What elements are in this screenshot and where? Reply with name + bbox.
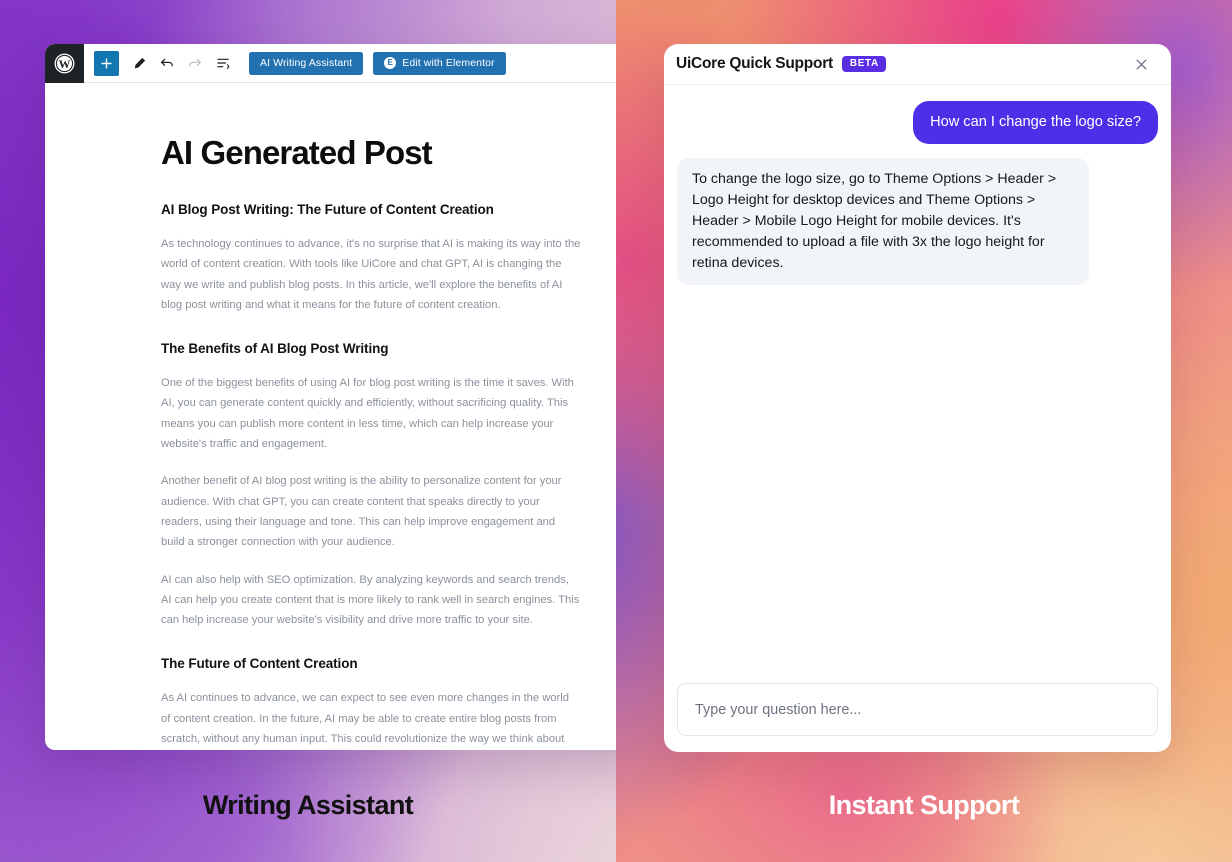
undo-arrow-icon[interactable] bbox=[153, 49, 181, 77]
edit-with-elementor-label: Edit with Elementor bbox=[402, 57, 495, 69]
chat-title: UiCore Quick Support bbox=[676, 55, 833, 72]
post-paragraph: AI can also help with SEO optimization. … bbox=[161, 573, 580, 627]
chat-message-row: To change the logo size, go to Theme Opt… bbox=[677, 158, 1158, 285]
wordpress-editor-card: W AI Writing Assistant E Edit with Eleme… bbox=[45, 44, 616, 750]
document-outline-icon[interactable] bbox=[209, 49, 237, 77]
ai-writing-assistant-label: AI Writing Assistant bbox=[260, 57, 353, 69]
chat-message-list: How can I change the logo size? To chang… bbox=[664, 85, 1171, 683]
add-block-button[interactable] bbox=[94, 50, 119, 76]
post-heading: The Benefits of AI Blog Post Writing bbox=[161, 341, 389, 357]
page-title: AI Generated Post bbox=[161, 134, 433, 171]
edit-with-elementor-button[interactable]: E Edit with Elementor bbox=[373, 51, 506, 75]
close-icon[interactable] bbox=[1130, 53, 1152, 75]
svg-text:W: W bbox=[59, 57, 71, 71]
chat-question-input[interactable] bbox=[677, 683, 1158, 736]
elementor-badge-letter: E bbox=[387, 58, 393, 67]
chat-footer bbox=[664, 683, 1171, 752]
wordpress-editor-toolbar: W AI Writing Assistant E Edit with Eleme… bbox=[45, 44, 616, 83]
redo-arrow-icon[interactable] bbox=[181, 49, 209, 77]
elementor-circle-icon: E bbox=[384, 57, 397, 69]
right-panel-caption: Instant Support bbox=[828, 790, 1020, 820]
left-panel-caption: Writing Assistant bbox=[202, 790, 414, 820]
user-message-bubble: How can I change the logo size? bbox=[913, 101, 1158, 144]
left-panel-writing-assistant: W AI Writing Assistant E Edit with Eleme… bbox=[0, 0, 616, 862]
pencil-icon[interactable] bbox=[125, 49, 153, 77]
chat-message-row: How can I change the logo size? bbox=[677, 101, 1158, 144]
bot-message-bubble: To change the logo size, go to Theme Opt… bbox=[677, 158, 1089, 285]
post-heading: The Future of Content Creation bbox=[161, 656, 358, 672]
post-paragraph: As technology continues to advance, it's… bbox=[161, 237, 581, 311]
post-paragraph: Another benefit of AI blog post writing … bbox=[161, 475, 562, 549]
editor-action-buttons: AI Writing Assistant E Edit with Element… bbox=[249, 44, 506, 82]
right-panel-instant-support: UiCore Quick Support BETA How can I chan… bbox=[616, 0, 1232, 862]
post-heading: AI Blog Post Writing: The Future of Cont… bbox=[161, 201, 494, 217]
status-badge: BETA bbox=[841, 56, 886, 72]
wordpress-logo-icon[interactable]: W bbox=[45, 44, 84, 83]
editor-tool-group bbox=[84, 44, 237, 82]
comparison-stage: W AI Writing Assistant E Edit with Eleme… bbox=[0, 0, 1232, 862]
chat-header: UiCore Quick Support BETA bbox=[664, 44, 1171, 85]
post-content-area[interactable]: AI Generated Post AI Blog Post Writing: … bbox=[45, 83, 616, 750]
post-paragraph: One of the biggest benefits of using AI … bbox=[161, 377, 574, 451]
quick-support-chat-widget: UiCore Quick Support BETA How can I chan… bbox=[664, 44, 1171, 752]
ai-writing-assistant-button[interactable]: AI Writing Assistant bbox=[249, 51, 364, 75]
post-paragraph: As AI continues to advance, we can expec… bbox=[161, 692, 569, 745]
